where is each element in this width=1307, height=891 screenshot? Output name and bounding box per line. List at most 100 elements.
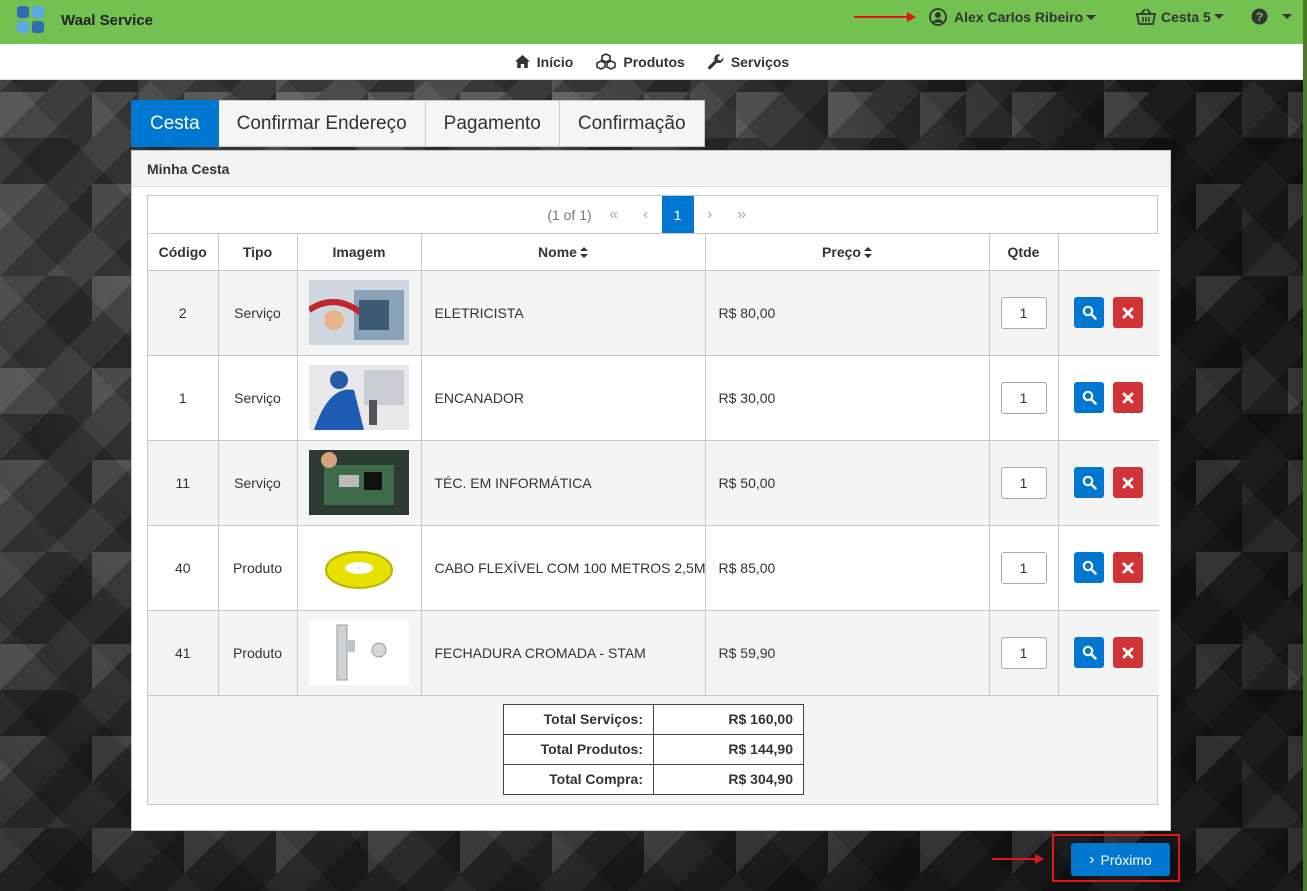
- remove-item-button[interactable]: [1113, 467, 1144, 498]
- cell-imagem: [297, 525, 422, 611]
- app-logo-icon[interactable]: [17, 6, 45, 34]
- cart-items-table: Código Tipo Imagem Nome Preço Qtde 2 Serv…: [148, 234, 1159, 696]
- page-number-button[interactable]: 1: [661, 196, 694, 233]
- search-icon: [1082, 560, 1097, 575]
- home-icon: [514, 55, 530, 68]
- cell-imagem: [297, 270, 422, 356]
- nav-item-inicio[interactable]: Início: [514, 54, 573, 70]
- first-page-icon[interactable]: «: [598, 196, 630, 234]
- total-servicos-value: R$ 160,00: [653, 703, 804, 735]
- cell-nome: ENCANADOR: [421, 355, 706, 441]
- annotation-arrow-user: [854, 12, 916, 22]
- column-header-tipo: Tipo: [218, 234, 298, 271]
- paginator: (1 of 1) « ‹ 1 › »: [148, 196, 1157, 234]
- cell-preco: R$ 59,90: [705, 610, 990, 696]
- yellow-cable-photo: [309, 535, 409, 600]
- help-menu[interactable]: ?: [1251, 8, 1292, 25]
- cell-actions: [1058, 525, 1159, 611]
- cell-nome: TÉC. EM INFORMÁTICA: [421, 440, 706, 526]
- checkout-steps: Cesta Confirmar Endereço Pagamento Confi…: [131, 100, 705, 147]
- chevron-down-icon: [1086, 14, 1097, 20]
- cell-tipo: Serviço: [218, 270, 298, 356]
- basket-icon: [1136, 8, 1156, 25]
- main-navigation: Início Produtos Serviços: [0, 44, 1303, 80]
- cell-tipo: Serviço: [218, 355, 298, 441]
- cell-codigo: 11: [148, 440, 219, 526]
- close-icon: [1122, 307, 1134, 318]
- column-header-preco[interactable]: Preço: [705, 234, 990, 271]
- cell-nome: FECHADURA CROMADA - STAM: [421, 610, 706, 696]
- view-item-button[interactable]: [1074, 297, 1105, 328]
- app-name[interactable]: Waal Service: [61, 12, 153, 29]
- next-button-label: Próximo: [1100, 851, 1152, 868]
- total-produtos-value: R$ 144,90: [653, 733, 804, 765]
- cell-imagem: [297, 440, 422, 526]
- panel-title: Minha Cesta: [132, 151, 1170, 187]
- table-footer: Total Serviços: R$ 160,00 Total Produtos…: [148, 695, 1157, 804]
- quantity-input[interactable]: 1: [1000, 551, 1047, 584]
- cell-qtde: 1: [989, 440, 1059, 526]
- prev-page-icon[interactable]: ‹: [630, 196, 662, 234]
- table-row: 41 Produto FECHADURA CROMADA - STAM R$ 59,9…: [148, 610, 1159, 696]
- quantity-input[interactable]: 1: [1000, 296, 1047, 329]
- cell-preco: R$ 50,00: [705, 440, 990, 526]
- remove-item-button[interactable]: [1113, 382, 1144, 413]
- cell-qtde: 1: [989, 525, 1059, 611]
- cell-imagem: [297, 355, 422, 441]
- view-item-button[interactable]: [1074, 552, 1105, 583]
- annotation-arrow-next: [992, 854, 1044, 864]
- column-header-actions: [1058, 234, 1159, 271]
- page-report: (1 of 1): [547, 206, 592, 223]
- column-header-nome[interactable]: Nome: [421, 234, 706, 271]
- user-circle-icon: [929, 8, 947, 26]
- tab-confirmar-endereco[interactable]: Confirmar Endereço: [218, 100, 426, 147]
- remove-item-button[interactable]: [1113, 637, 1144, 668]
- tab-confirmacao[interactable]: Confirmação: [559, 100, 705, 147]
- svg-text:?: ?: [1256, 10, 1263, 24]
- total-compra-value: R$ 304,90: [653, 763, 804, 795]
- column-header-imagem: Imagem: [297, 234, 422, 271]
- header-label: Preço: [822, 243, 861, 260]
- view-item-button[interactable]: [1074, 382, 1105, 413]
- page-edge-strip: [1303, 0, 1307, 891]
- nav-item-servicos[interactable]: Serviços: [707, 53, 789, 71]
- total-produtos-label: Total Produtos:: [503, 733, 654, 765]
- quantity-input[interactable]: 1: [1000, 381, 1047, 414]
- cell-codigo: 2: [148, 270, 219, 356]
- column-header-qtde: Qtde: [989, 234, 1059, 271]
- chevron-right-icon: ›: [1089, 850, 1095, 868]
- nav-item-produtos[interactable]: Produtos: [595, 53, 685, 70]
- totals-row: Total Produtos: R$ 144,90: [503, 733, 804, 765]
- cell-codigo: 1: [148, 355, 219, 441]
- totals-row: Total Compra: R$ 304,90: [503, 763, 804, 795]
- table-row: 40 Produto CABO FLEXÍVEL COM 100 METROS 2,…: [148, 525, 1159, 611]
- cell-qtde: 1: [989, 355, 1059, 441]
- cell-codigo: 41: [148, 610, 219, 696]
- next-page-icon[interactable]: ›: [694, 196, 726, 234]
- view-item-button[interactable]: [1074, 467, 1105, 498]
- chevron-down-icon: [1213, 14, 1224, 19]
- sort-icon: [863, 246, 872, 258]
- cart-panel: Minha Cesta (1 of 1) « ‹ 1 › » Código Ti…: [131, 150, 1171, 831]
- cell-tipo: Produto: [218, 610, 298, 696]
- close-icon: [1122, 647, 1134, 658]
- nav-label: Serviços: [730, 53, 790, 70]
- last-page-icon[interactable]: »: [726, 196, 758, 234]
- cart-menu[interactable]: Cesta 5: [1136, 8, 1224, 25]
- next-button[interactable]: › Próximo: [1071, 843, 1170, 876]
- user-menu[interactable]: Alex Carlos Ribeiro: [929, 8, 1097, 26]
- cell-actions: [1058, 355, 1159, 441]
- quantity-input[interactable]: 1: [1000, 466, 1047, 499]
- electrician-photo: [307, 280, 409, 345]
- quantity-input[interactable]: 1: [1000, 636, 1047, 669]
- tab-pagamento[interactable]: Pagamento: [425, 100, 560, 147]
- tab-cesta[interactable]: Cesta: [131, 100, 219, 147]
- remove-item-button[interactable]: [1113, 552, 1144, 583]
- remove-item-button[interactable]: [1113, 297, 1144, 328]
- cell-actions: [1058, 610, 1159, 696]
- cell-imagem: [297, 610, 422, 696]
- help-circle-icon: ?: [1251, 8, 1268, 25]
- view-item-button[interactable]: [1074, 637, 1105, 668]
- search-icon: [1082, 645, 1097, 660]
- total-servicos-label: Total Serviços:: [503, 703, 654, 735]
